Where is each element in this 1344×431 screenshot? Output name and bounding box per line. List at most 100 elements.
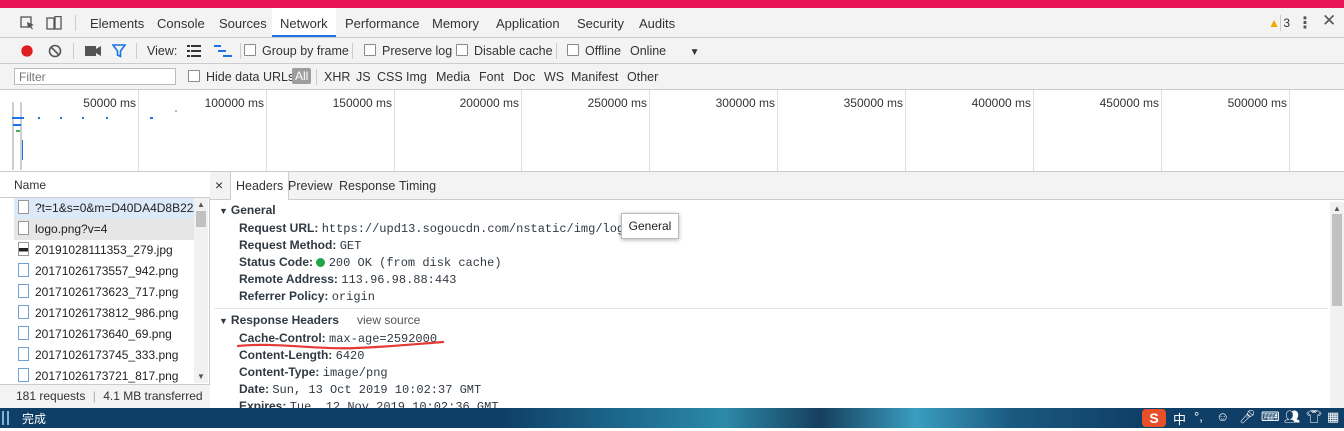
request-name: 20171026173557_942.png — [35, 264, 179, 278]
scrollbar-thumb[interactable] — [1332, 214, 1342, 306]
request-row[interactable]: 20171026173812_986.png — [14, 303, 194, 324]
ime-user-icon[interactable]: 👥︎ — [1284, 409, 1301, 425]
filter-type-css[interactable]: CSS — [377, 70, 403, 84]
view-label: View: — [147, 44, 178, 58]
clear-icon[interactable] — [48, 44, 62, 58]
group-by-frame-label: Group by frame — [262, 44, 349, 58]
tab-application[interactable]: Application — [488, 8, 568, 37]
tab-network[interactable]: Network — [272, 8, 336, 37]
view-source-link[interactable]: view source — [357, 313, 420, 327]
filter-type-xhr[interactable]: XHR — [324, 70, 350, 84]
device-toolbar-icon[interactable] — [46, 16, 62, 30]
tab-performance[interactable]: Performance — [337, 8, 427, 37]
request-row[interactable]: 20171026173721_817.png — [14, 366, 194, 383]
large-rows-icon[interactable] — [187, 45, 201, 57]
disable-cache-checkbox[interactable]: Disable cache — [456, 44, 553, 58]
filter-type-ws[interactable]: WS — [544, 70, 564, 84]
header-row: Request Method: GET — [239, 238, 361, 253]
image-file-icon — [18, 284, 29, 298]
tab-memory[interactable]: Memory — [424, 8, 487, 37]
request-row[interactable]: 20171026173623_717.png — [14, 282, 194, 303]
tab-elements[interactable]: Elements — [82, 8, 152, 37]
image-file-icon — [18, 305, 29, 319]
group-by-frame-checkbox[interactable]: Group by frame — [244, 44, 349, 58]
throttling-select[interactable]: Online ▼ — [630, 44, 700, 58]
tab-audits[interactable]: Audits — [631, 8, 683, 37]
toolbar-divider — [352, 43, 353, 59]
detail-tab-response[interactable]: Response — [334, 172, 400, 200]
overview-tick-label: 450000 ms — [1099, 96, 1159, 110]
request-list-scrollbar[interactable]: ▲ ▼ — [194, 198, 208, 383]
tab-security[interactable]: Security — [569, 8, 632, 37]
name-column-label: Name — [14, 178, 47, 192]
scrollbar-thumb[interactable] — [196, 211, 206, 227]
screenshot-camera-icon[interactable] — [85, 45, 101, 57]
ime-toolbox-icon[interactable]: ▦ — [1327, 409, 1339, 425]
ime-skin-icon[interactable]: 👕︎ — [1306, 409, 1323, 425]
overview-gridline — [1289, 90, 1290, 171]
image-file-icon — [18, 368, 29, 382]
inspect-element-icon[interactable] — [20, 16, 36, 30]
record-icon[interactable] — [20, 44, 34, 58]
ime-punctuation-icon[interactable]: °, — [1194, 409, 1203, 424]
filter-type-js[interactable]: JS — [356, 70, 371, 84]
request-row[interactable]: 20171026173745_333.png — [14, 345, 194, 366]
overview-gridline — [905, 90, 906, 171]
filter-bar: Hide data URLs All XHR JS CSS Img Media … — [0, 64, 1344, 90]
image-thumb-icon — [18, 242, 29, 256]
taskbar-marker — [2, 411, 4, 425]
header-value: origin — [331, 290, 375, 304]
ime-keyboard-icon[interactable]: ⌨ — [1261, 409, 1280, 425]
request-row[interactable]: 20191028111353_279.jpg — [14, 240, 194, 261]
ime-language-indicator[interactable]: 中 — [1173, 409, 1186, 428]
network-overview-timeline[interactable]: 50000 ms 100000 ms 150000 ms 200000 ms 2… — [0, 90, 1344, 172]
image-file-icon — [18, 263, 29, 277]
more-options-icon[interactable]: ⋮ — [1297, 13, 1313, 33]
filter-funnel-icon[interactable] — [112, 44, 126, 58]
waterfall-view-icon[interactable] — [214, 45, 232, 57]
hide-data-urls-checkbox[interactable]: Hide data URLs — [188, 70, 294, 84]
request-row[interactable]: ?t=1&s=0&m=D40DA4D8B22A — [14, 198, 194, 219]
request-row[interactable]: 20171026173557_942.png — [14, 261, 194, 282]
filter-input[interactable] — [14, 68, 176, 85]
tab-console[interactable]: Console — [149, 8, 213, 37]
ime-voice-icon[interactable]: 🎤︎ — [1239, 409, 1256, 425]
detail-tab-headers[interactable]: Headers — [230, 172, 290, 200]
warning-icon: ▲ — [1268, 16, 1280, 30]
response-headers-section-header[interactable]: ▼ Response Headers — [219, 313, 339, 327]
request-name: 20171026173812_986.png — [35, 306, 179, 320]
overview-tick-label: 350000 ms — [843, 96, 903, 110]
request-row[interactable]: logo.png?v=4 — [14, 219, 194, 240]
close-devtools-icon[interactable]: ✕ — [1322, 11, 1336, 31]
header-value: 200 OK (from disk cache) — [328, 256, 502, 270]
request-name: 20171026173640_69.png — [35, 327, 172, 341]
scroll-up-arrow-icon[interactable]: ▲ — [197, 200, 205, 209]
browser-top-strip — [0, 0, 1344, 8]
detail-tab-bar: × Headers Preview Response Timing — [210, 172, 1344, 200]
sogou-ime-logo-icon[interactable]: S — [1142, 409, 1166, 427]
offline-checkbox[interactable]: Offline — [567, 44, 621, 58]
filter-type-manifest[interactable]: Manifest — [571, 70, 618, 84]
filter-type-other[interactable]: Other — [627, 70, 658, 84]
overview-gridline — [1033, 90, 1034, 171]
close-detail-icon[interactable]: × — [215, 177, 223, 193]
tab-sources[interactable]: Sources — [211, 8, 275, 37]
detail-scrollbar[interactable]: ▲ — [1330, 202, 1344, 408]
request-name: 20191028111353_279.jpg — [35, 243, 173, 257]
general-section-header[interactable]: ▼ General — [219, 203, 276, 217]
name-column-header[interactable]: Name — [0, 172, 210, 198]
scroll-down-arrow-icon[interactable]: ▼ — [197, 372, 205, 381]
detail-tab-preview[interactable]: Preview — [283, 172, 337, 200]
filter-type-all[interactable]: All — [292, 68, 312, 84]
filter-type-doc[interactable]: Doc — [513, 70, 535, 84]
filter-type-font[interactable]: Font — [479, 70, 504, 84]
detail-tab-timing[interactable]: Timing — [394, 172, 441, 200]
status-ok-dot-icon — [316, 258, 326, 267]
filter-type-img[interactable]: Img — [406, 70, 427, 84]
throttling-value: Online — [630, 44, 667, 58]
filter-type-media[interactable]: Media — [436, 70, 470, 84]
preserve-log-checkbox[interactable]: Preserve log — [364, 44, 452, 58]
ime-emoji-icon[interactable]: ☺ — [1216, 409, 1229, 424]
scroll-up-arrow-icon[interactable]: ▲ — [1333, 204, 1341, 213]
request-row[interactable]: 20171026173640_69.png — [14, 324, 194, 345]
